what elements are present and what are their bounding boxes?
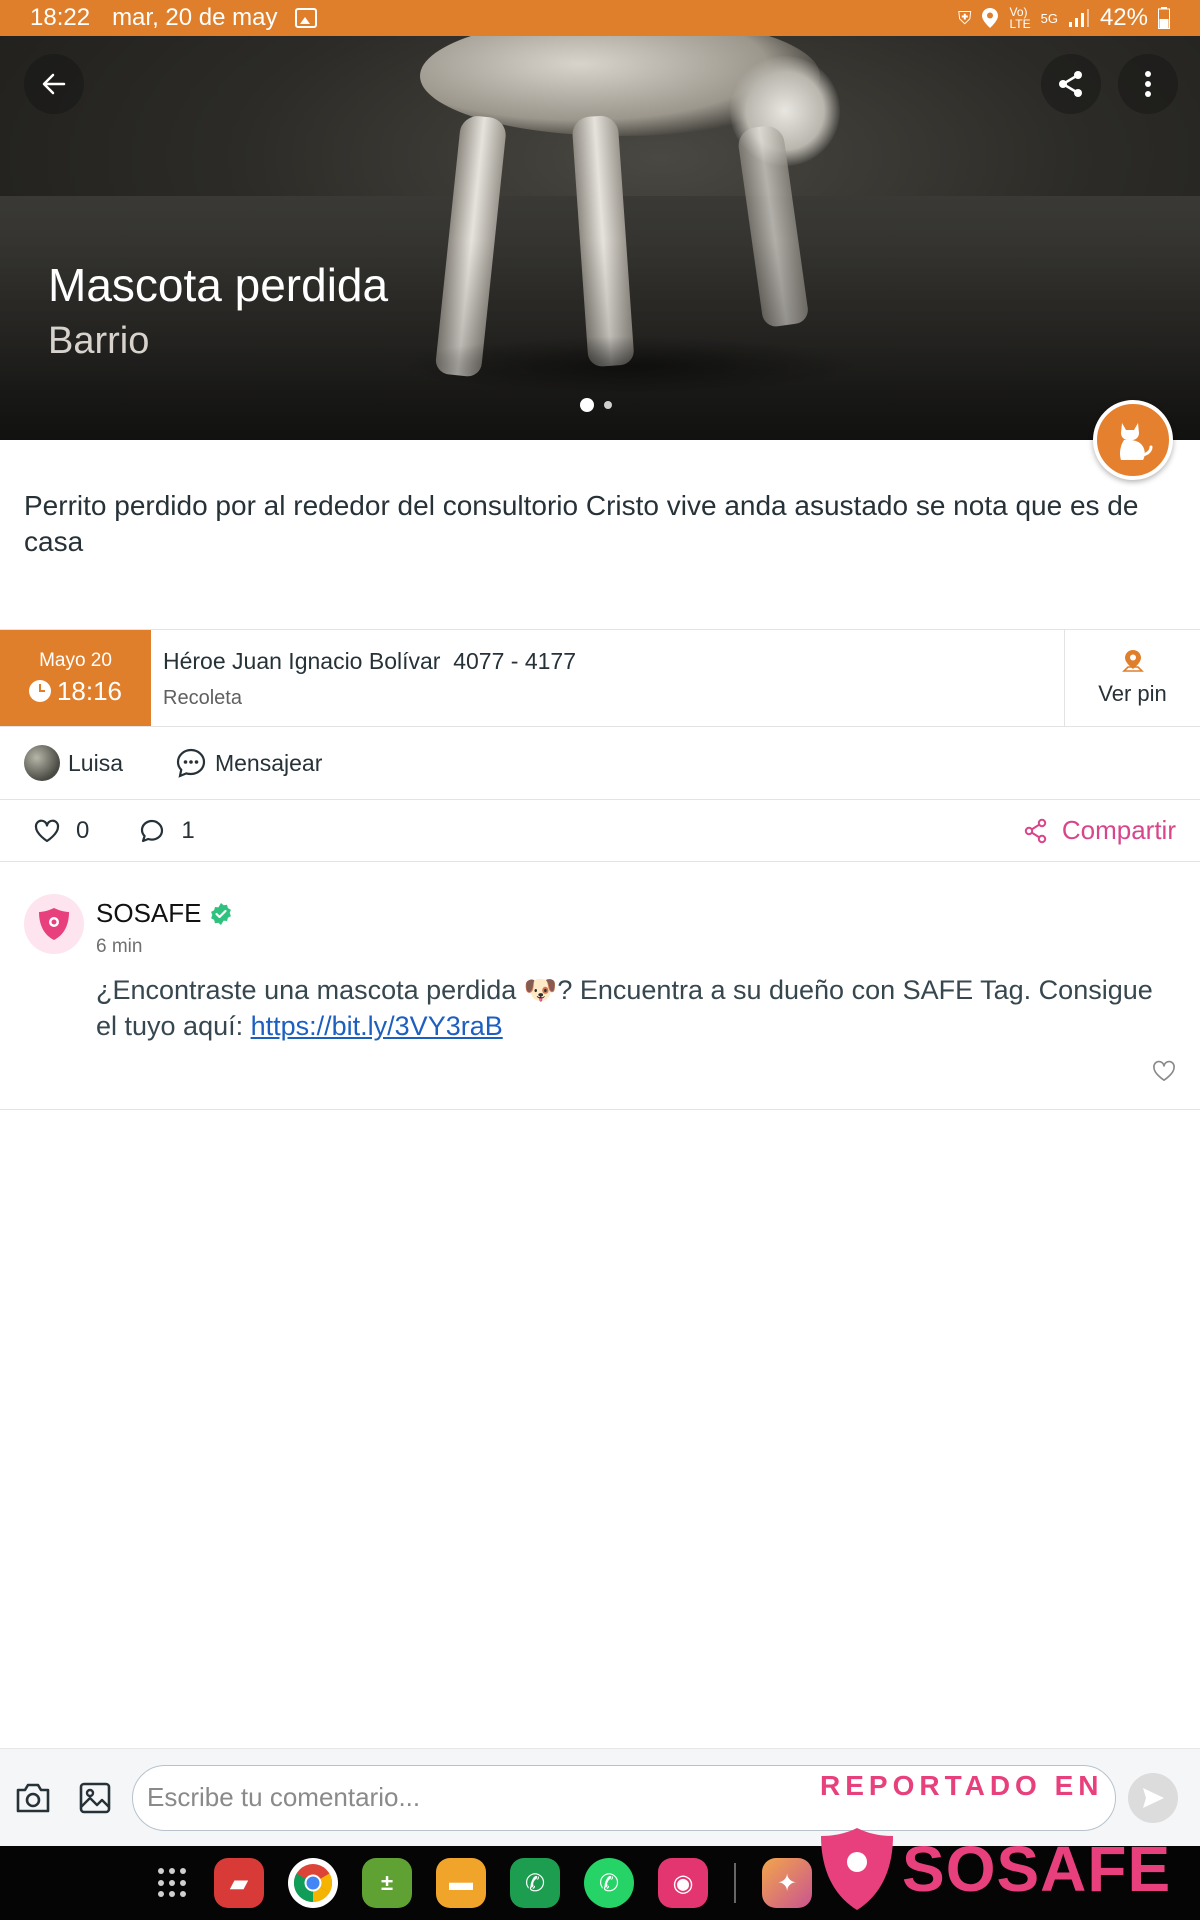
camera-button[interactable] [14,1781,52,1815]
comments-button[interactable]: 1 [139,816,195,845]
location-icon [982,8,999,28]
report-title: Mascota perdida [48,259,389,311]
comment-link[interactable]: https://bit.ly/3VY3raB [251,1011,503,1041]
signal-icon [1068,9,1089,27]
report-date-box: Mayo 20 18:16 [0,630,151,726]
comment-author: SOSAFE [96,898,233,929]
files-app-icon[interactable]: ▬ [436,1858,486,1908]
report-description: Perrito perdido por al rededor del consu… [24,490,1139,557]
whatsapp-app-icon[interactable]: ✆ [584,1858,634,1908]
volte-icon: Vo) LTE [1009,5,1031,31]
app-drawer-icon[interactable] [158,1868,188,1898]
share-report-button[interactable]: Compartir [1024,815,1176,846]
reactions-row: 0 1 Compartir [0,800,1200,862]
author-name[interactable]: Luisa [68,750,123,777]
more-options-button[interactable] [1118,54,1178,114]
comment-icon [141,819,164,842]
cat-icon [1120,423,1153,460]
status-icons: ⛨ Vo) LTE 5G 42% [958,4,1170,32]
watermark-logo: SOSAFE [818,1826,1171,1912]
dock-divider [734,1863,736,1903]
sosafe-shield-icon [821,1828,893,1910]
back-button[interactable] [24,54,84,114]
watermark-brand: SOSAFE [902,1833,1172,1905]
send-button[interactable] [1128,1772,1178,1823]
shield-icon: ⛨ [957,7,972,28]
carousel-dot[interactable] [604,401,612,409]
like-count: 0 [76,816,90,844]
carousel-dot-active[interactable] [580,398,594,412]
clock-icon [28,680,51,702]
comment-count: 1 [181,816,195,844]
author-row: Luisa Mensajear [0,727,1200,800]
verified-badge-icon [211,902,232,925]
comment-author-name[interactable]: SOSAFE [96,898,201,929]
report-time: 18:16 [28,675,123,707]
status-bar: 18:22 mar, 20 de may ⛨ Vo) LTE 5G 42% [0,0,1200,36]
address-street: Héroe Juan Ignacio Bolívar 4077 - 4177 [163,648,576,674]
chrome-logo-icon [293,1864,333,1902]
camera-app-icon[interactable]: ◉ [658,1858,708,1908]
gallery-button[interactable] [78,1781,112,1815]
comment-like-button[interactable] [1152,1060,1176,1082]
5g-icon: 5G [1040,10,1058,26]
map-pin-icon [1121,650,1144,672]
sosafe-logo-icon [39,908,69,940]
like-button[interactable] [34,819,60,843]
more-vertical-icon [1145,71,1151,97]
gallery-icon [295,8,318,28]
message-label: Mensajear [214,749,323,776]
comment-time: 6 min [96,936,143,957]
chat-bubble-icon [176,748,206,778]
message-button[interactable]: Mensajear [175,747,322,779]
arrow-left-icon [42,73,66,95]
battery-percent: 42% [1099,4,1148,31]
share-icon [1024,818,1047,843]
chrome-app-icon[interactable] [288,1858,338,1908]
report-date: Mayo 20 [39,649,112,671]
battery-icon [1158,7,1170,29]
avatar[interactable] [24,745,60,781]
view-pin-button[interactable]: Ver pin [1064,630,1200,726]
notes-app-icon[interactable]: ▰ [214,1858,264,1908]
sosafe-avatar[interactable] [24,894,84,954]
report-info-row: Mayo 20 18:16 Héroe Juan Ignacio Bolívar… [0,629,1200,727]
comment-text: ¿Encontraste una mascota perdida 🐶? Encu… [96,972,1176,1044]
category-badge [1093,400,1173,480]
watermark-reported-in: REPORTADO EN [820,1770,1104,1801]
share-button[interactable] [1041,54,1101,114]
status-time: 18:22 [30,4,91,31]
dock-apps: ▰ ± ▬ ✆ ✆ ◉ ✦ [214,1858,812,1908]
hero-photo[interactable] [0,36,1200,440]
calculator-app-icon[interactable]: ± [362,1858,412,1908]
comment-item: SOSAFE 6 min ¿Encontraste una mascota pe… [0,862,1200,1110]
report-time-value: 18:16 [56,675,123,706]
comment-input-placeholder: Escribe tu comentario... [147,1782,421,1812]
address-district: Recoleta [163,687,242,709]
phone-app-icon[interactable]: ✆ [510,1858,560,1908]
status-date: mar, 20 de may [112,4,278,31]
view-pin-label: Ver pin [1098,681,1167,706]
game-app-icon[interactable]: ✦ [762,1858,812,1908]
share-label: Compartir [1061,815,1176,845]
report-subtitle: Barrio [48,320,150,362]
carousel-indicator [580,398,612,412]
report-address: Héroe Juan Ignacio Bolívar 4077 - 4177 R… [151,630,1064,726]
send-icon [1143,1787,1164,1808]
share-icon [1059,71,1082,97]
